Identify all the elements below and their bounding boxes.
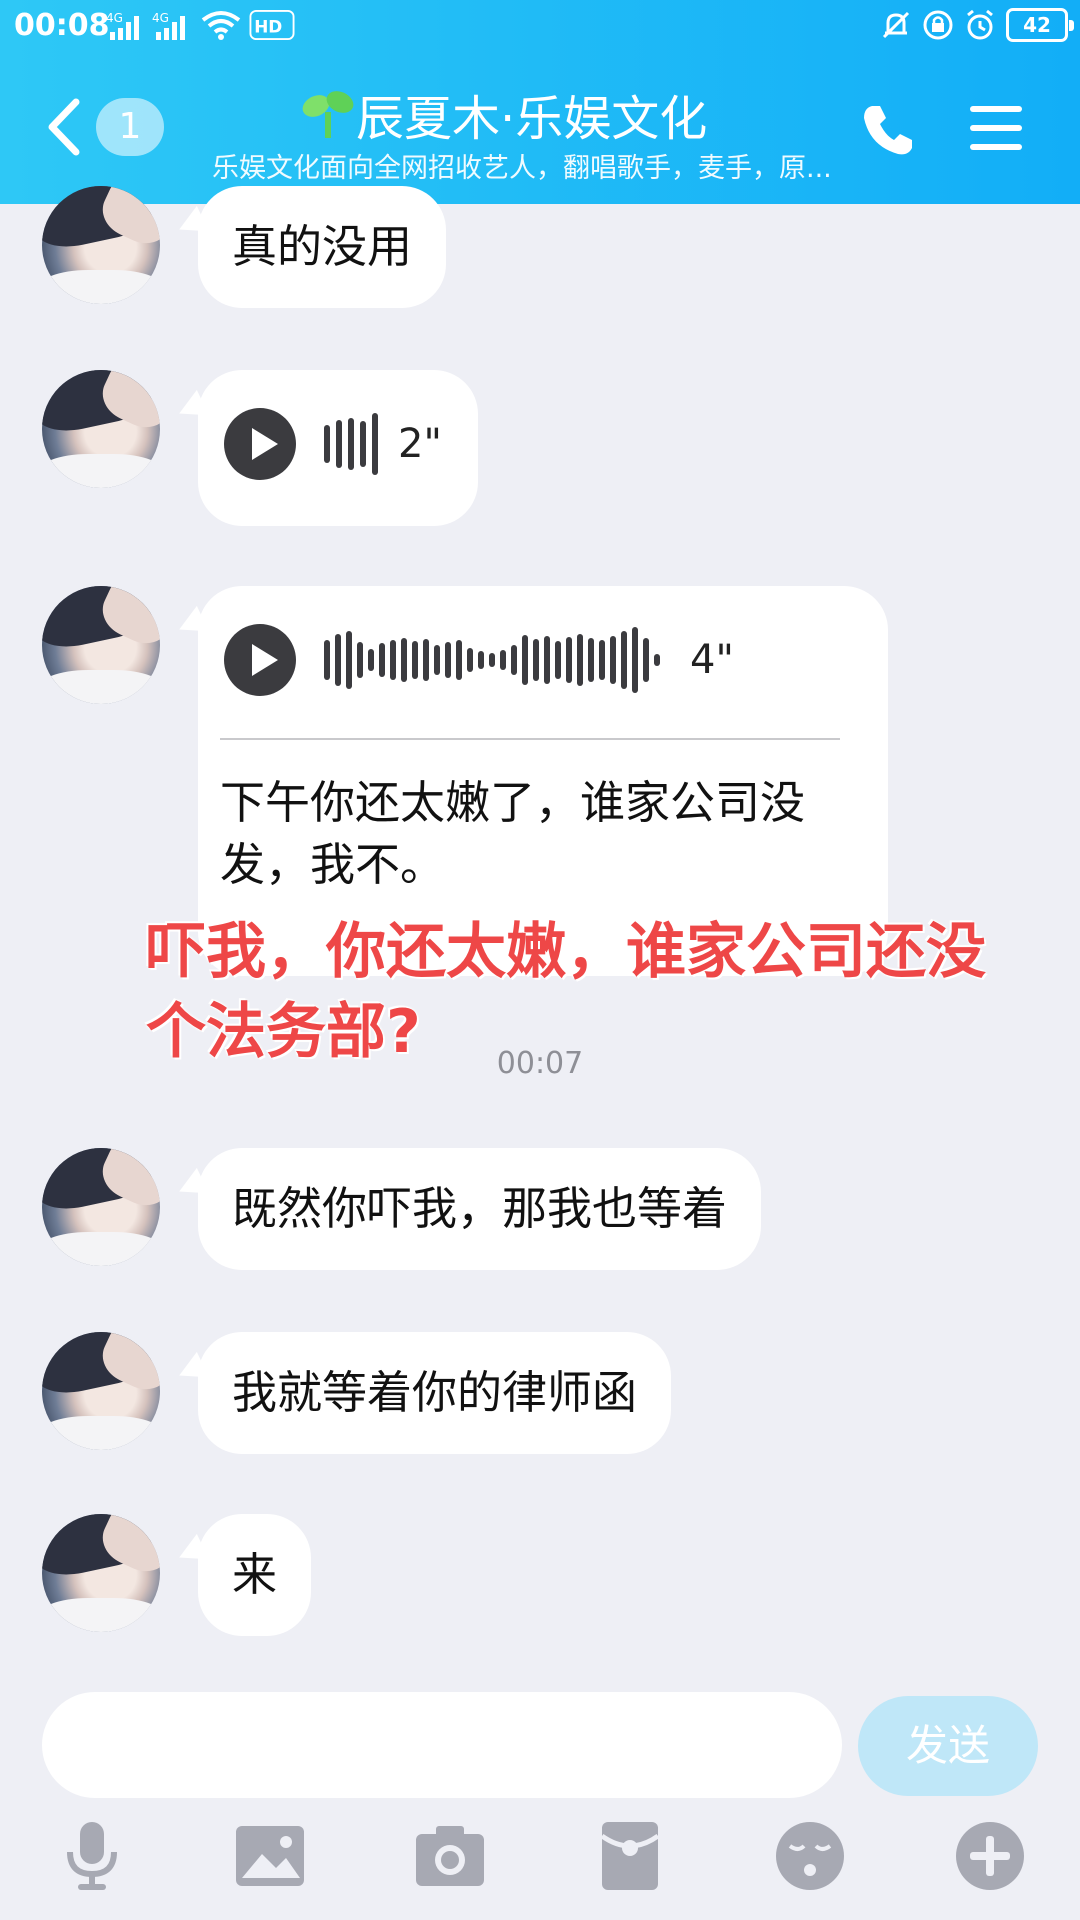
hd-label: HD <box>254 17 282 37</box>
message-input[interactable] <box>42 1692 842 1798</box>
status-bar: 00:08 4G 4G HD 42 <box>0 0 1080 54</box>
send-button[interactable]: 发送 <box>858 1696 1038 1796</box>
phone-icon[interactable] <box>858 100 918 160</box>
battery-indicator: 42 <box>1006 8 1074 42</box>
chat-subtitle: 乐娱文化面向全网招收艺人，翻唱歌手，麦手，原... <box>212 153 832 184</box>
voice-waveform <box>324 413 378 475</box>
red-packet-icon[interactable] <box>590 1816 670 1896</box>
status-right: 42 <box>880 8 1074 42</box>
status-time: 00:08 <box>14 8 110 43</box>
transcript-divider <box>220 738 840 740</box>
avatar[interactable] <box>42 370 160 488</box>
message-text: 我就等着你的律师函 <box>232 1366 638 1419</box>
play-icon[interactable] <box>224 408 296 480</box>
message-text: 既然你吓我，那我也等着 <box>232 1182 728 1235</box>
signal-icon-2: 4G <box>152 11 185 40</box>
sprout-icon <box>302 91 354 138</box>
message-timestamp: 00:07 <box>496 1046 584 1081</box>
signal-label: 4G <box>106 11 123 25</box>
signal-label-2: 4G <box>152 11 169 25</box>
avatar[interactable] <box>42 586 160 704</box>
voice-duration: 2" <box>398 421 442 467</box>
voice-waveform <box>324 627 660 693</box>
message-bubble[interactable]: 真的没用 <box>198 186 447 308</box>
voice-duration: 4" <box>690 637 734 683</box>
menu-icon[interactable] <box>968 102 1024 154</box>
message-bubble[interactable]: 来 <box>198 1514 312 1636</box>
unread-badge[interactable]: 1 <box>96 98 164 156</box>
input-toolbar <box>0 1816 1080 1906</box>
emoji-icon[interactable] <box>770 1816 850 1896</box>
avatar[interactable] <box>42 1148 160 1266</box>
message-bubble[interactable]: 既然你吓我，那我也等着 <box>198 1148 762 1270</box>
rotation-lock-icon <box>923 10 953 40</box>
message-text: 来 <box>232 1548 278 1601</box>
chat-title-row[interactable]: 辰夏木·乐娱文化 <box>300 84 770 147</box>
voice-transcript: 下午你还太嫩了，谁家公司没发，我不。 <box>220 776 806 891</box>
avatar[interactable] <box>42 1514 160 1632</box>
back-icon[interactable] <box>44 96 84 158</box>
avatar[interactable] <box>42 1332 160 1450</box>
voice-message-bubble[interactable]: 2" <box>198 370 478 526</box>
mute-bell-icon <box>882 11 910 39</box>
signal-icon: 4G <box>106 11 139 40</box>
image-icon[interactable] <box>230 1816 310 1896</box>
chat-title: 辰夏木·乐娱文化 <box>356 91 708 147</box>
wifi-icon <box>201 11 241 40</box>
plus-icon[interactable] <box>950 1816 1030 1896</box>
avatar[interactable] <box>42 186 160 304</box>
message-bubble[interactable]: 我就等着你的律师函 <box>198 1332 672 1454</box>
alarm-icon <box>967 9 993 40</box>
camera-icon[interactable] <box>410 1816 490 1896</box>
hd-icon: HD <box>249 10 295 40</box>
chat-header: 00:08 4G 4G HD 42 1 辰夏木·乐娱文化 乐娱文化面向全网招收艺… <box>0 0 1080 204</box>
play-icon[interactable] <box>224 624 296 696</box>
mic-icon[interactable] <box>52 1816 132 1896</box>
message-text: 真的没用 <box>232 220 413 273</box>
